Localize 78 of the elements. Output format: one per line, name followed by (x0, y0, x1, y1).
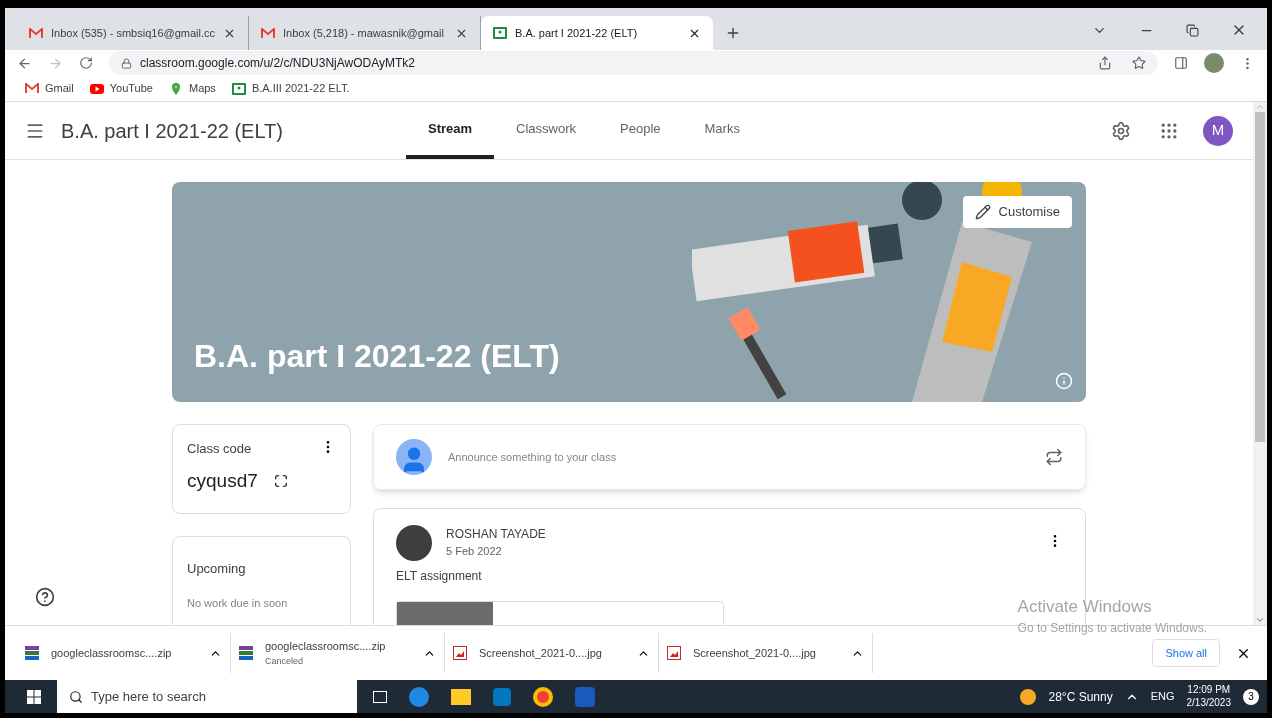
download-item[interactable]: googleclassroomsc....zip (17, 633, 231, 673)
clock-date[interactable]: 2/13/2023 (1186, 696, 1231, 709)
repost-icon[interactable] (1045, 448, 1063, 466)
file-name: googleclassroomsc....zip (265, 639, 387, 654)
image-file-icon (667, 646, 681, 660)
download-item[interactable]: googleclassroomsc....zip Canceled (231, 633, 445, 673)
nav-tab[interactable]: People (598, 102, 683, 159)
scroll-down-icon[interactable] (1255, 615, 1265, 625)
archive-icon (25, 646, 39, 660)
bookmark-link[interactable]: Maps (168, 80, 216, 97)
post-author: ROSHAN TAYADE (446, 526, 547, 543)
author-avatar (396, 525, 432, 561)
address-bar[interactable]: classroom.google.com/u/2/c/NDU3NjAwODAyMTk2 (109, 51, 1158, 75)
board-icon (493, 27, 507, 39)
new-tab-icon[interactable] (725, 25, 741, 41)
profile-avatar[interactable] (1204, 53, 1224, 73)
bookmark-star-icon[interactable] (1132, 56, 1146, 70)
mail-icon (261, 27, 275, 39)
clock-time[interactable]: 12:09 PM (1187, 684, 1231, 697)
user-avatar[interactable]: M (1203, 115, 1233, 146)
info-icon[interactable] (1055, 372, 1073, 390)
customise-button[interactable]: Customise (962, 196, 1072, 228)
bookmark-link[interactable]: YouTube (89, 80, 153, 97)
taskbar-search-field[interactable]: Type here to search (57, 680, 357, 713)
file-name: Screenshot_2021-0....jpg (479, 645, 603, 661)
mail-icon (25, 83, 39, 94)
restore-icon[interactable] (1186, 23, 1199, 37)
url-text: classroom.google.com/u/2/c/NDU3NjAwODAyMTk2 (140, 55, 415, 72)
tab-title: Inbox (5,218) - mawasnik@gmail (283, 25, 445, 41)
back-icon[interactable] (17, 55, 32, 71)
file-name: googleclassroomsc....zip (51, 645, 173, 661)
folder-icon[interactable] (451, 688, 471, 705)
bookmark-link[interactable]: B.A.III 2021-22 ELT. (231, 80, 350, 97)
announce-placeholder: Announce something to your class (448, 449, 618, 465)
class-code: cyqusd7 (187, 468, 258, 493)
pencil-icon (974, 204, 991, 220)
class-title: B.A. part I 2021-22 (ELT) (61, 118, 284, 144)
help-icon[interactable] (35, 587, 55, 607)
task-view-icon[interactable] (373, 690, 387, 703)
image-file-icon (453, 646, 467, 660)
mail-icon (29, 27, 43, 39)
play-icon (89, 83, 104, 94)
archive-icon (239, 646, 253, 660)
download-item[interactable]: Screenshot_2021-0....jpg (445, 633, 659, 673)
show-all-button[interactable]: Show all (1152, 639, 1220, 667)
post-date: 5 Feb 2022 (446, 544, 503, 559)
reload-icon[interactable] (79, 56, 93, 70)
browser-tab[interactable]: B.A. part I 2021-22 (ELT) (481, 16, 713, 50)
tab-title: Inbox (535) - smbsiq16@gmail.cc (51, 25, 215, 41)
bookmark-link[interactable]: Gmail (25, 80, 74, 97)
nav-tab[interactable]: Stream (406, 102, 495, 159)
file-name: Screenshot_2021-0....jpg (693, 645, 817, 661)
upcoming-title: Upcoming (187, 560, 247, 578)
download-status: Canceled (265, 654, 305, 668)
language-indicator[interactable]: ENG (1150, 688, 1175, 705)
notification-badge[interactable]: 3 (1243, 688, 1259, 705)
activation-notice-text: Go to Settings to activate Windows. (1017, 620, 1207, 637)
board-icon (231, 82, 246, 95)
announce-card[interactable]: Announce something to your class (373, 424, 1086, 490)
upcoming-text: No work due in soon (187, 595, 289, 611)
windows-logo-icon[interactable] (27, 689, 41, 704)
share-icon[interactable] (1098, 56, 1112, 70)
banner-title: B.A. part I 2021-22 (ELT) (194, 337, 560, 376)
side-panel-icon[interactable] (1174, 56, 1188, 70)
search-icon (69, 689, 83, 704)
activation-notice-title: Activate Windows (1017, 595, 1153, 618)
post-text: ELT assignment (396, 568, 483, 585)
lock-icon (121, 57, 132, 69)
scrollbar-thumb[interactable] (1255, 112, 1265, 442)
nav-tab[interactable]: Classwork (494, 102, 599, 159)
tab-title: B.A. part I 2021-22 (ELT) (515, 25, 639, 41)
weather-text[interactable]: 28°C Sunny (1048, 687, 1113, 706)
sun-icon (1020, 688, 1037, 705)
class-code-label: Class code (187, 440, 252, 458)
download-item[interactable]: Screenshot_2021-0....jpg (659, 633, 873, 673)
settings-icon[interactable] (1111, 120, 1131, 141)
fullscreen-icon[interactable] (273, 473, 288, 488)
nav-tab[interactable]: Marks (682, 102, 762, 159)
